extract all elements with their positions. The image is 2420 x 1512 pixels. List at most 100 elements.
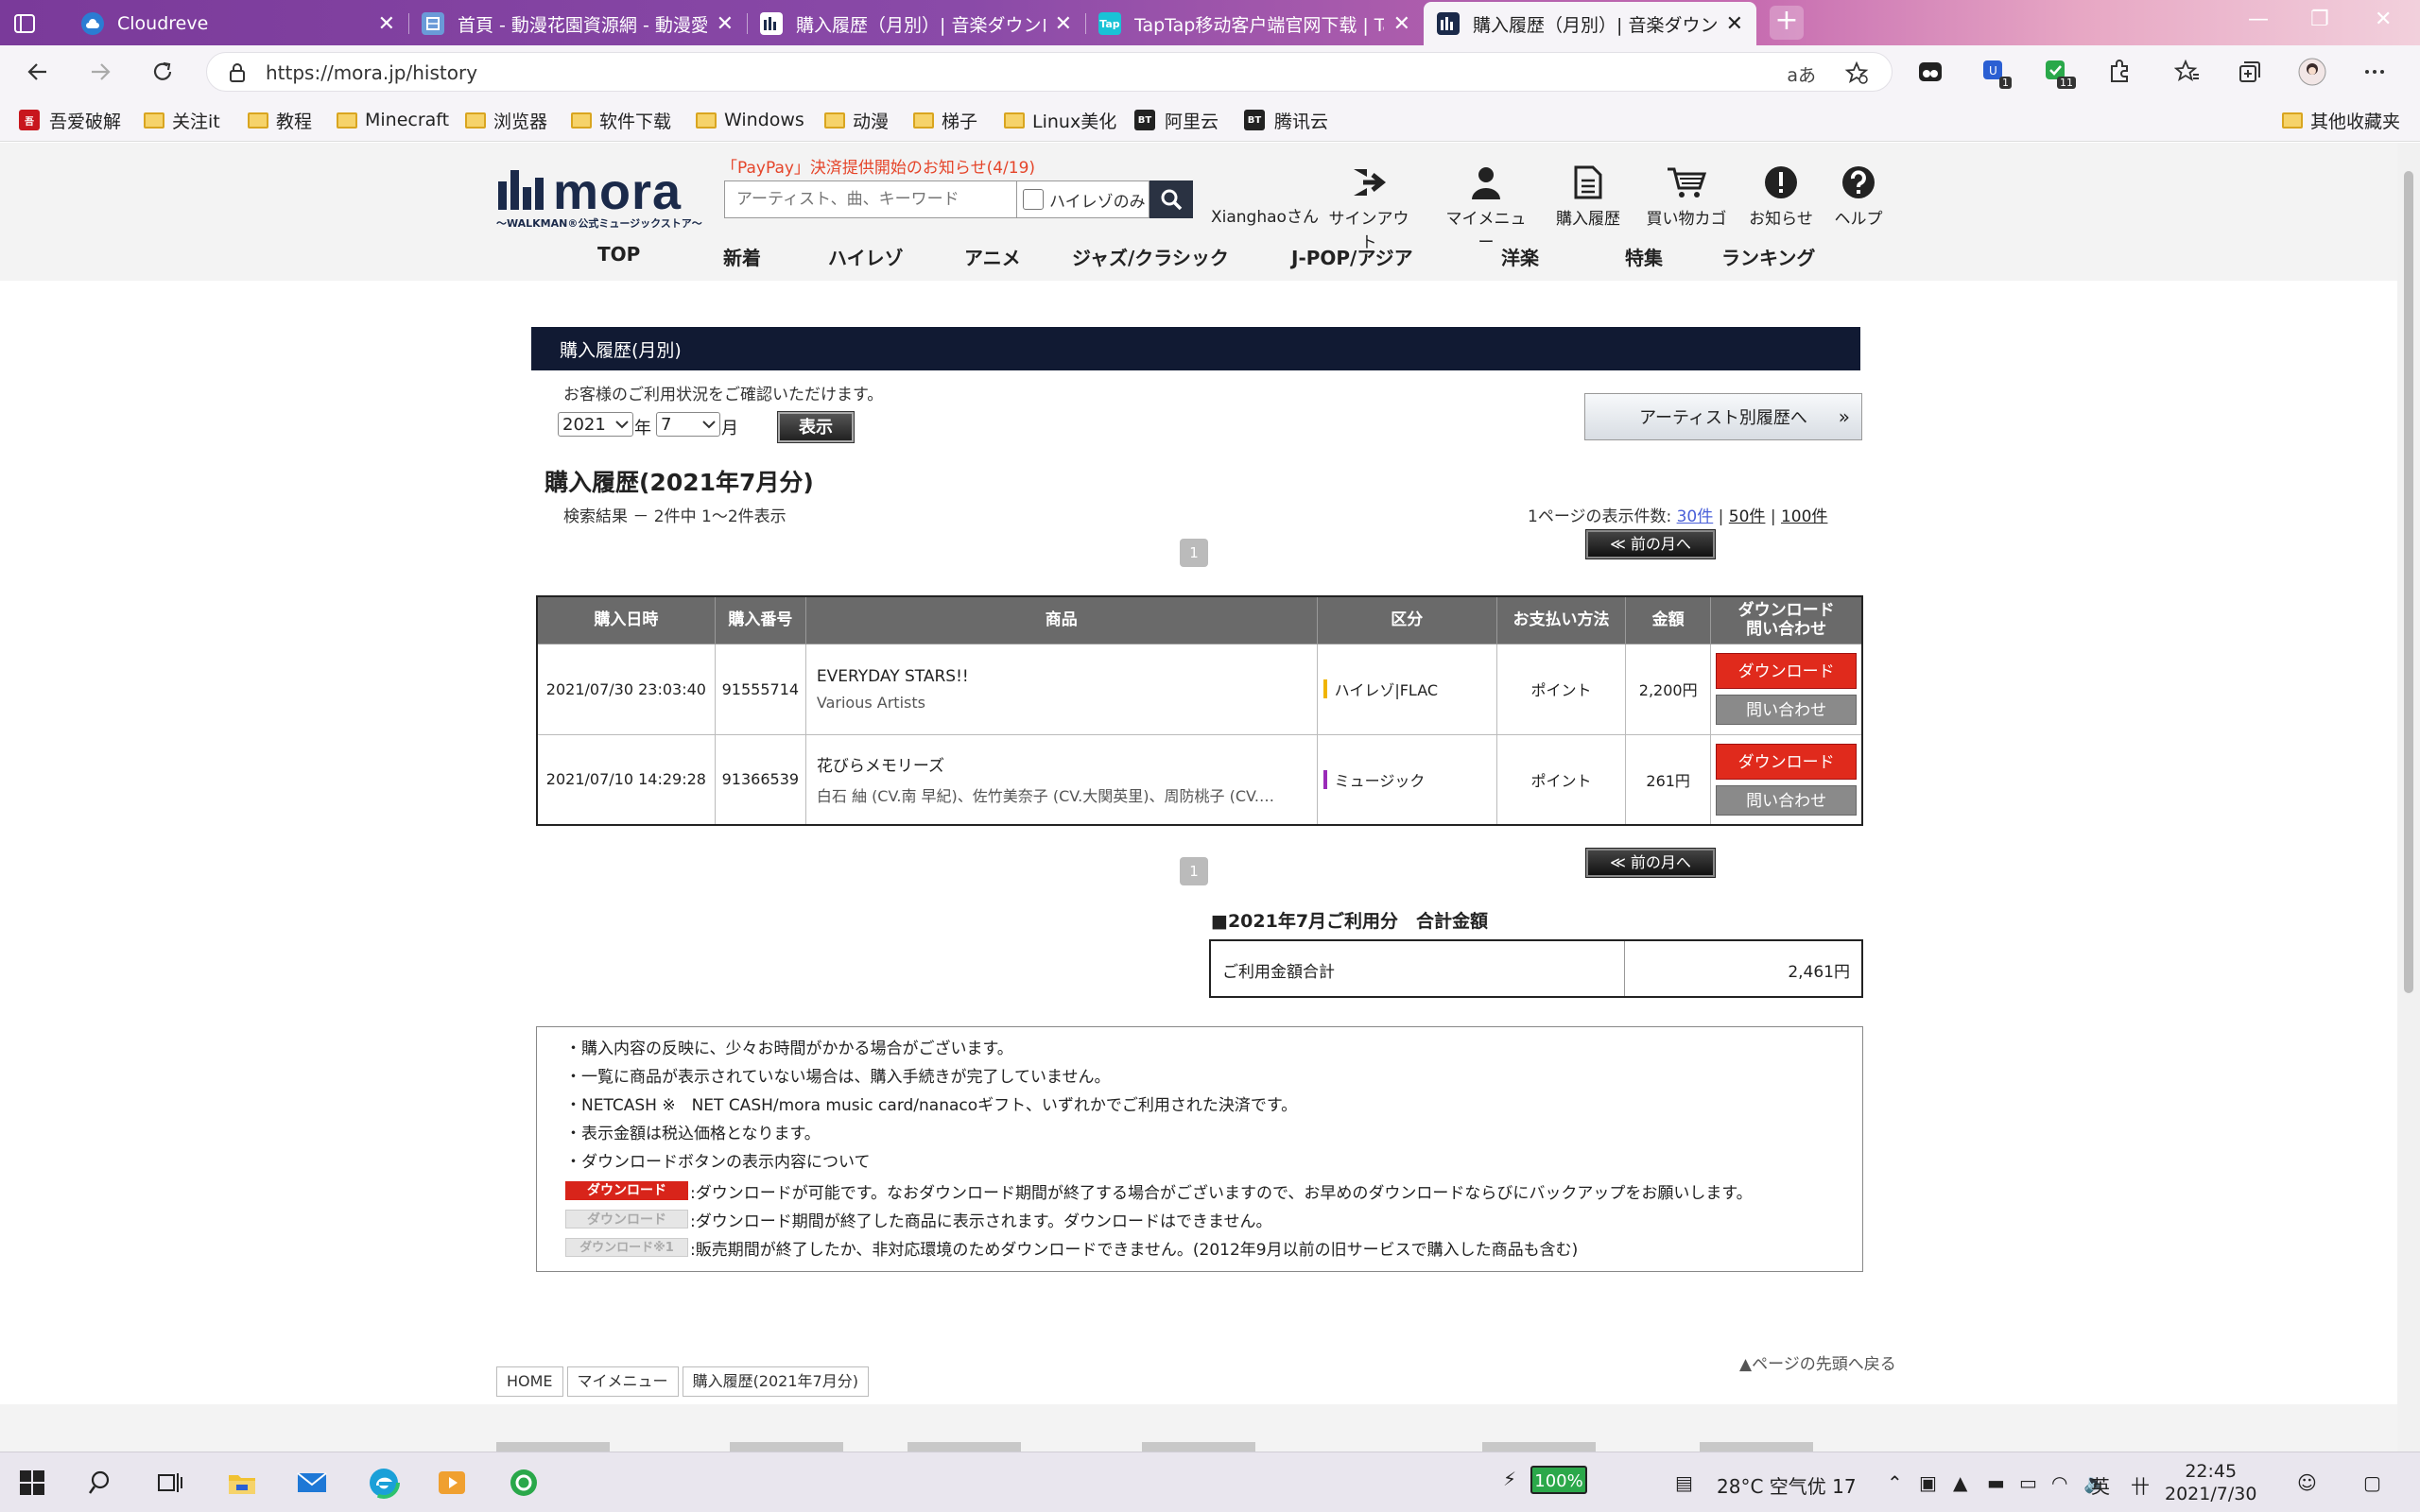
bookmark-tencentcloud[interactable]: BT 腾讯云 [1244,107,1328,133]
download-button[interactable]: ダウンロード [1716,743,1858,780]
weather-icon[interactable]: ▤ [1675,1471,1693,1494]
scrollbar-thumb[interactable] [2404,171,2413,993]
show-button[interactable]: 表示 [777,411,855,443]
category-special[interactable]: 特集 [1625,243,1663,270]
tab-cloudreve[interactable]: Cloudreve ✕ [68,2,408,45]
breadcrumb-home[interactable]: HOME [496,1366,563,1397]
prev-month-button-top[interactable]: ≪ 前の月へ [1585,529,1716,559]
bookmark-folder-guanzhuit[interactable]: 关注it [144,107,220,133]
category-jazz-classic[interactable]: ジャズ/クラシック [1072,243,1229,270]
close-icon[interactable]: ✕ [1055,12,1072,36]
inquiry-button[interactable]: 問い合わせ [1716,695,1858,725]
favorites-icon[interactable] [2172,57,2203,87]
prev-month-button-bottom[interactable]: ≪ 前の月へ [1585,848,1716,878]
bookmark-folder-windows[interactable]: Windows [696,107,804,133]
purchase-history-link[interactable]: 購入履歴 [1541,163,1635,229]
tab-mora-history-1[interactable]: 購入履歴（月別）| 音楽ダウンロ ✕ [747,2,1085,45]
category-western[interactable]: 洋楽 [1501,243,1539,270]
extension-green-icon[interactable]: 11 [2042,57,2076,89]
bookmark-folder-minecraft[interactable]: Minecraft [337,107,449,133]
restore-icon[interactable]: ❐ [2310,8,2329,31]
bookmark-folder-browser[interactable]: 浏览器 [465,107,547,133]
page-number-top[interactable]: 1 [1180,539,1208,567]
per-page-100-link[interactable]: 100件 [1781,507,1827,526]
close-icon[interactable]: ✕ [1726,12,1743,36]
category-jpop-asia[interactable]: J-POP/アジア [1291,243,1413,270]
back-to-top-link[interactable]: ▲ページの先頭へ戻る [1739,1350,1896,1374]
add-favorite-icon[interactable] [1844,60,1869,85]
new-tab-button[interactable]: + [1770,6,1804,40]
category-anime[interactable]: アニメ [964,243,1021,270]
bookmark-folder-anime[interactable]: 动漫 [824,107,889,133]
category-top[interactable]: TOP [597,243,640,266]
category-hires[interactable]: ハイレゾ [828,243,904,270]
back-button[interactable] [21,55,55,89]
paypay-notice-link[interactable]: 「PayPay」決済提供開始のお知らせ(4/19) [721,154,1035,178]
clock[interactable]: 22:45 2021/7/30 [2165,1460,2256,1505]
inquiry-button[interactable]: 問い合わせ [1716,784,1858,816]
mora-logo[interactable]: mora 〜WALKMAN®公式ミュージックストア〜 [496,166,702,231]
forward-button[interactable] [83,55,117,89]
bookmark-folder-linux[interactable]: Linux美化 [1004,107,1116,133]
profile-avatar[interactable] [2297,57,2327,87]
extension-blue-icon[interactable]: U 1 [1979,57,2012,89]
close-window-icon[interactable]: ✕ [2375,8,2392,31]
bookmark-folder-ladder[interactable]: 梯子 [913,107,977,133]
checkbox-box[interactable] [1023,189,1044,210]
more-menu-icon[interactable] [2360,57,2390,87]
breadcrumb-my-menu[interactable]: マイメニュー [566,1366,679,1397]
search-taskbar-button[interactable] [83,1464,121,1502]
media-player-app[interactable] [433,1464,471,1502]
collections-icon[interactable] [2235,57,2265,87]
wifi-icon[interactable]: ◠ [2051,1471,2067,1494]
mail-app[interactable] [293,1464,331,1502]
bookmark-aliyun[interactable]: BT 阿里云 [1134,107,1219,133]
category-ranking[interactable]: ランキング [1721,243,1815,270]
cart-link[interactable]: 買い物カゴ [1639,163,1734,229]
bookmark-folder-jiaocheng[interactable]: 教程 [248,107,312,133]
page-number-bottom[interactable]: 1 [1180,857,1208,885]
green-app[interactable] [505,1464,543,1502]
sign-out-link[interactable]: サインアウト [1322,163,1416,252]
battery-indicator[interactable]: 100% [1530,1466,1587,1494]
weather-text[interactable]: 28°C 空气优 17 [1717,1471,1857,1499]
page-scrollbar[interactable] [2397,143,2420,1452]
search-input[interactable] [725,181,1016,217]
product-title-link[interactable]: 花びらメモリーズ [817,752,1317,776]
extension-tampermonkey-icon[interactable] [1915,57,1945,87]
ime-language[interactable]: 英 [2091,1471,2110,1499]
address-bar[interactable]: https://mora.jp/history aあ [206,52,1893,92]
edge-app[interactable] [365,1464,403,1502]
category-new[interactable]: 新着 [723,243,761,270]
month-select[interactable]: 7 [656,412,720,437]
start-button[interactable] [13,1464,51,1502]
tray-display-icon[interactable]: ▬ [1987,1471,2005,1494]
search-button[interactable] [1150,180,1193,218]
tab-mora-history-active[interactable]: 購入履歴（月別）| 音楽ダウンロ ✕ [1424,2,1756,45]
close-icon[interactable]: ✕ [717,12,734,36]
tab-dmhy[interactable]: 首頁 - 動漫花園資源網 - 動漫愛 ✕ [408,2,747,45]
tab-taptap[interactable]: Tap TapTap移动客户端官网下载 | Tap ✕ [1085,2,1424,45]
tray-battery-icon[interactable]: ▭ [2019,1471,2037,1494]
chat-icon[interactable]: ☺ [2297,1471,2317,1494]
chevron-up-icon[interactable]: ⌃ [1887,1471,1903,1494]
close-icon[interactable]: ✕ [1393,12,1410,36]
bookmark-folder-software[interactable]: 软件下载 [571,107,671,133]
read-aloud-icon[interactable]: aあ [1787,61,1816,87]
close-icon[interactable]: ✕ [378,12,395,36]
extensions-puzzle-icon[interactable] [2104,57,2135,87]
ime-mode-icon[interactable]: 卄 [2131,1471,2150,1499]
download-button[interactable]: ダウンロード [1716,653,1858,689]
tray-app-icon[interactable]: ▣ [1919,1471,1937,1494]
hires-only-checkbox[interactable]: ハイレゾのみ [1017,180,1150,218]
file-explorer-app[interactable] [223,1464,261,1502]
task-view-button[interactable] [151,1464,189,1502]
tab-actions-button[interactable] [0,2,76,45]
refresh-button[interactable] [146,55,180,89]
other-bookmarks-folder[interactable]: 其他收藏夹 [2282,107,2400,133]
bookmark-52pojie[interactable]: 吾吾爱破解 [19,107,121,133]
artist-history-button[interactable]: アーティスト別履歴へ » [1584,393,1862,440]
notification-icon[interactable]: ▢ [2363,1471,2381,1494]
tray-cat-icon[interactable]: ▲ [1953,1471,1967,1494]
minimize-icon[interactable]: — [2248,8,2269,31]
